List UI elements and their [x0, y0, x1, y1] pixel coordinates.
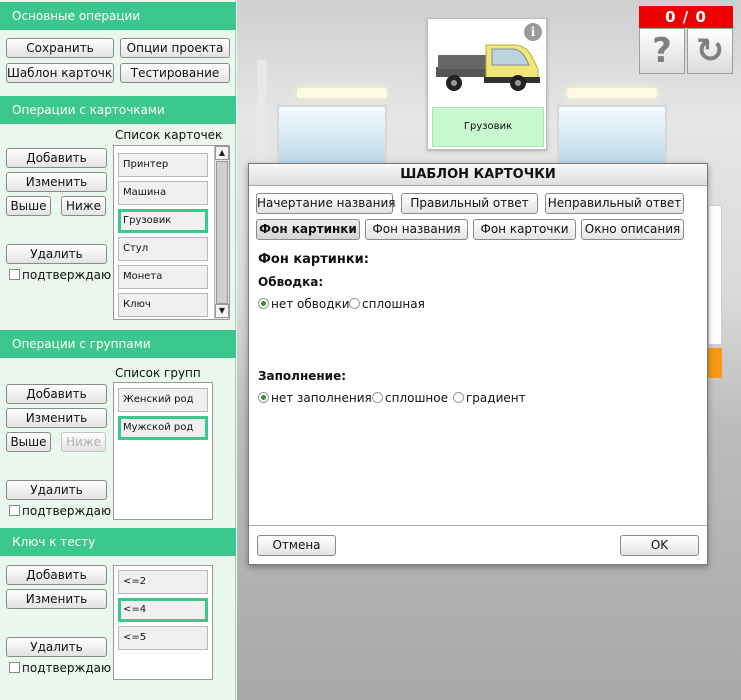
- key-delete-button[interactable]: Удалить: [6, 637, 107, 657]
- tab-wrong-answer[interactable]: Неправильный ответ: [545, 193, 684, 214]
- border-label: Обводка:: [258, 275, 324, 289]
- tab-correct-answer[interactable]: Правильный ответ: [401, 193, 538, 214]
- fill-label: Заполнение:: [258, 369, 347, 383]
- info-icon[interactable]: i: [524, 23, 542, 41]
- key-add-button[interactable]: Добавить: [6, 565, 107, 585]
- fill-option-solid-label: сплошное: [385, 391, 449, 405]
- groups-add-button[interactable]: Добавить: [6, 384, 107, 404]
- card-list-item[interactable]: Стул: [118, 237, 208, 261]
- key-confirm-label: подтверждаю: [22, 661, 112, 675]
- window: [277, 105, 387, 165]
- key-confirm-checkbox[interactable]: подтверждаю: [9, 661, 111, 675]
- groups-edit-button[interactable]: Изменить: [6, 408, 107, 428]
- group-list-item-selected[interactable]: Мужской род: [118, 416, 208, 440]
- card-list-item[interactable]: Машина: [118, 181, 208, 205]
- cards-scrollbar[interactable]: ▲ ▼: [214, 146, 229, 319]
- window: [557, 105, 667, 165]
- refresh-icon[interactable]: ↻: [687, 28, 733, 74]
- panel-heading: Фон картинки:: [258, 252, 369, 267]
- checkbox-box[interactable]: [9, 269, 20, 280]
- card-list-item[interactable]: Монета: [118, 265, 208, 289]
- tab-card-background[interactable]: Фон карточки: [473, 219, 576, 240]
- fill-option-gradient-label: градиент: [466, 391, 526, 405]
- checkbox-box[interactable]: [9, 662, 20, 673]
- key-list-item[interactable]: <=2: [118, 570, 208, 594]
- scroll-thumb[interactable]: [216, 161, 228, 304]
- groups-down-button[interactable]: Ниже: [61, 432, 106, 452]
- cards-up-button[interactable]: Выше: [6, 196, 51, 216]
- border-option-none[interactable]: нет обводки: [258, 297, 350, 311]
- radio-selected-icon[interactable]: [258, 298, 269, 309]
- cards-confirm-label: подтверждаю: [22, 268, 112, 282]
- ok-button[interactable]: OK: [620, 535, 699, 556]
- card-list-item[interactable]: Ключ: [118, 293, 208, 317]
- key-list-item-selected[interactable]: <=4: [118, 598, 208, 622]
- groups-listbox[interactable]: Женский род Мужской род: [113, 382, 213, 520]
- preview-card[interactable]: i Грузовик: [427, 18, 547, 150]
- cards-edit-button[interactable]: Изменить: [6, 172, 107, 192]
- ceiling-light: [567, 88, 657, 98]
- radio-icon[interactable]: [453, 392, 464, 403]
- dialog-footer-divider: [249, 525, 707, 526]
- section-header-key: Ключ к тесту: [0, 528, 236, 556]
- key-listbox[interactable]: <=2 <=4 <=5: [113, 565, 213, 680]
- save-button[interactable]: Сохранить: [6, 38, 114, 58]
- key-list-item[interactable]: <=5: [118, 626, 208, 650]
- scroll-down-icon[interactable]: ▼: [215, 304, 229, 318]
- group-list-item[interactable]: Женский род: [118, 388, 208, 412]
- cards-list-title: Список карточек: [115, 128, 223, 142]
- border-option-solid-label: сплошная: [362, 297, 425, 311]
- orange-block: [708, 348, 722, 378]
- groups-confirm-checkbox[interactable]: подтверждаю: [9, 504, 111, 518]
- cards-delete-button[interactable]: Удалить: [6, 244, 107, 264]
- radio-icon[interactable]: [372, 392, 383, 403]
- card-template-dialog: ШАБЛОН КАРТОЧКИ Начертание названия Прав…: [248, 163, 708, 565]
- groups-up-button[interactable]: Выше: [6, 432, 51, 452]
- testing-button[interactable]: Тестирование: [120, 63, 230, 83]
- key-edit-button[interactable]: Изменить: [6, 589, 107, 609]
- section-header-basic: Основные операции: [0, 2, 236, 30]
- score-display: 0 / 0: [639, 6, 733, 28]
- section-header-cards: Операции с карточками: [0, 96, 236, 124]
- fill-option-none-label: нет заполнения: [271, 391, 372, 405]
- groups-delete-button[interactable]: Удалить: [6, 480, 107, 500]
- cards-confirm-checkbox[interactable]: подтверждаю: [9, 268, 111, 282]
- fill-option-gradient[interactable]: градиент: [453, 391, 526, 405]
- side-panel: [708, 205, 722, 345]
- card-template-button[interactable]: Шаблон карточки: [6, 63, 114, 83]
- cards-listbox[interactable]: Принтер Машина Грузовик Стул Монета Ключ…: [113, 145, 230, 320]
- scroll-up-icon[interactable]: ▲: [215, 146, 229, 160]
- card-caption: Грузовик: [432, 107, 544, 147]
- cancel-button[interactable]: Отмена: [257, 535, 336, 556]
- tab-description-window[interactable]: Окно описания: [581, 219, 684, 240]
- cards-down-button[interactable]: Ниже: [61, 196, 106, 216]
- tab-name-background[interactable]: Фон названия: [365, 219, 468, 240]
- fill-option-none[interactable]: нет заполнения: [258, 391, 372, 405]
- cards-add-button[interactable]: Добавить: [6, 148, 107, 168]
- radio-icon[interactable]: [349, 298, 360, 309]
- tab-image-background[interactable]: Фон картинки: [256, 219, 360, 240]
- dialog-title: ШАБЛОН КАРТОЧКИ: [249, 164, 707, 186]
- left-panel: Основные операции Сохранить Опции проект…: [0, 0, 236, 700]
- tab-name-style[interactable]: Начертание названия: [256, 193, 396, 214]
- project-options-button[interactable]: Опции проекта: [120, 38, 230, 58]
- section-header-groups: Операции с группами: [0, 330, 236, 358]
- help-icon[interactable]: ?: [639, 28, 685, 74]
- groups-confirm-label: подтверждаю: [22, 504, 112, 518]
- card-list-item-selected[interactable]: Грузовик: [118, 209, 208, 233]
- checkbox-box[interactable]: [9, 505, 20, 516]
- radio-selected-icon[interactable]: [258, 392, 269, 403]
- card-list-item[interactable]: Принтер: [118, 153, 208, 177]
- border-option-none-label: нет обводки: [271, 297, 350, 311]
- border-option-solid[interactable]: сплошная: [349, 297, 425, 311]
- groups-list-title: Список групп: [115, 366, 201, 380]
- wall-post: [257, 60, 267, 180]
- ceiling-light: [297, 88, 387, 98]
- fill-option-solid[interactable]: сплошное: [372, 391, 448, 405]
